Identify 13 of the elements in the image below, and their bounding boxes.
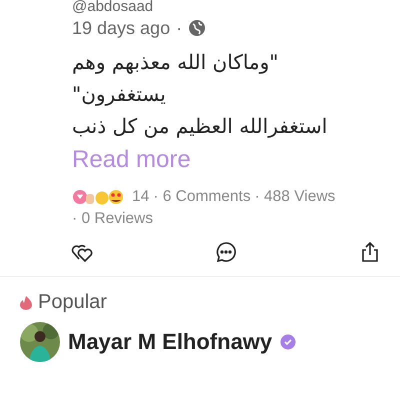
post-time: 19 days ago — [72, 18, 170, 38]
globe-icon — [188, 19, 206, 37]
post-text: "وماكان الله معذبهم وهم يستغفرون" استغفرالله العظيم من كل ذنب — [72, 49, 328, 140]
fire-icon — [20, 296, 32, 310]
reaction-count: 14 — [132, 188, 150, 206]
author-name[interactable]: Mayar M Elhofnawy — [68, 329, 272, 355]
post-stat: · 488 Views — [254, 188, 336, 206]
comment-icon[interactable] — [214, 240, 238, 264]
separator: · — [176, 18, 182, 38]
post-stat: · 0 Reviews — [72, 210, 153, 228]
post-stat: · 6 Comments — [153, 188, 251, 206]
user-handle: @abdosaad — [72, 0, 154, 14]
section-title: Popular — [38, 291, 107, 314]
